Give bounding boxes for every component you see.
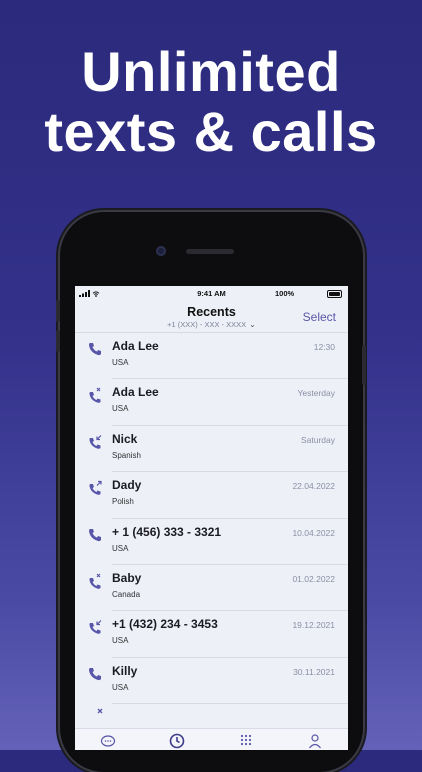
call-date: Saturday	[300, 434, 335, 445]
list-item[interactable]: Nick Spanish Saturday	[75, 426, 348, 473]
status-time: 9:41 AM	[197, 289, 226, 298]
phone-icon	[89, 528, 101, 541]
missed-call-icon	[89, 573, 101, 589]
volume-down-button	[56, 330, 60, 352]
clock-icon[interactable]	[169, 733, 185, 749]
list-item[interactable]: Killy USA 30.11.2021	[75, 658, 348, 705]
contact-name: +1 (432) 234 - 3453	[112, 617, 218, 632]
list-item[interactable]: Baby Canada 01.02.2022	[75, 565, 348, 612]
contact-name: + 1 (456) 333 - 3321	[112, 524, 222, 539]
call-date: 01.02.2022	[292, 573, 335, 584]
row-divider	[112, 703, 348, 705]
list-item[interactable]: Ada Lee USA Yesterday	[75, 379, 348, 426]
headline-line-1: Unlimited	[81, 40, 341, 103]
contact-country: Spanish	[112, 450, 141, 460]
battery-icon	[327, 290, 342, 298]
chat-icon[interactable]	[100, 733, 116, 749]
contact-name: Ada Lee	[112, 385, 159, 400]
phone-icon	[89, 343, 101, 356]
contact-name: Killy	[112, 663, 138, 678]
missed-call-icon	[97, 708, 103, 714]
phone-screen: 9:41 AM 100% Recents +1 (XXX) - XXX - XX…	[75, 286, 348, 750]
contact-country: USA	[112, 358, 129, 367]
list-item[interactable]: +1 (432) 234 - 3453 USA 19.12.2021	[75, 611, 348, 658]
contact-name: Ada Lee	[112, 339, 159, 353]
contact-name: Nick	[112, 431, 138, 446]
recents-list: Ada Lee USA 12:30 Ada Lee USA Yesterday Nick Sp…	[75, 333, 348, 705]
contact-country: USA	[112, 404, 129, 414]
contact-country: USA	[112, 543, 129, 553]
contact-country: Polish	[112, 497, 134, 507]
call-date: 10.04.2022	[292, 527, 335, 538]
headline: Unlimited texts & calls	[0, 42, 422, 162]
contact-name: Baby	[112, 570, 142, 585]
status-bar: 9:41 AM 100%	[75, 286, 348, 302]
power-button	[362, 345, 366, 385]
number-label: +1 (XXX) - XXX - XXXX	[167, 320, 247, 329]
call-date: Yesterday	[297, 388, 336, 399]
outgoing-call-icon	[89, 481, 102, 495]
contact-name: Dady	[112, 478, 142, 493]
keypad-icon[interactable]	[238, 733, 254, 749]
earpiece-speaker	[186, 249, 234, 254]
contact-country: USA	[112, 636, 129, 646]
contact-country: Canada	[112, 589, 141, 599]
phone-icon	[89, 667, 101, 680]
call-date: 22.04.2022	[292, 481, 335, 492]
list-item[interactable]: Ada Lee USA 12:30	[75, 333, 348, 380]
chevron-down-icon: ⌄	[249, 320, 256, 329]
headline-line-2: texts & calls	[44, 100, 378, 163]
contact-icon[interactable]	[307, 733, 323, 749]
call-date: 30.11.2021	[293, 666, 335, 677]
incoming-call-icon	[89, 434, 102, 449]
call-date: 12:30	[313, 342, 335, 352]
volume-up-button	[56, 300, 60, 322]
select-button[interactable]: Select	[303, 310, 336, 324]
front-camera	[156, 246, 166, 256]
incoming-call-icon	[89, 620, 102, 635]
missed-call-icon	[89, 387, 101, 404]
list-item[interactable]: Dady Polish 22.04.2022	[75, 472, 348, 519]
call-date: 19.12.2021	[292, 620, 335, 631]
contact-country: USA	[112, 682, 129, 692]
battery-percent: 100%	[275, 289, 295, 298]
tab-bar	[75, 728, 348, 750]
list-item[interactable]: + 1 (456) 333 - 3321 USA 10.04.2022	[75, 519, 348, 565]
